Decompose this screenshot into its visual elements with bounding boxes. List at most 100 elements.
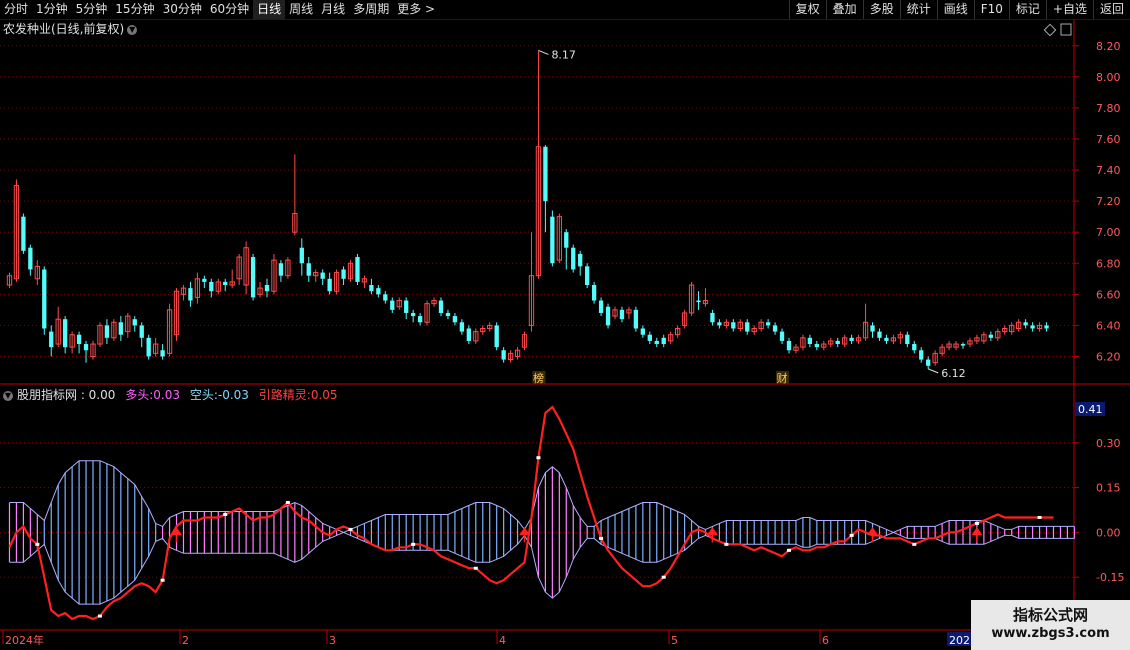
candle-body-down: [341, 269, 346, 279]
candle-body-down: [988, 334, 993, 338]
candle-body-down: [49, 331, 54, 348]
guide-point-marker: [599, 536, 604, 540]
candle-body-down: [591, 285, 597, 301]
candle-body-down: [466, 328, 471, 341]
candle-body-down: [411, 312, 416, 317]
candle-body-down: [550, 216, 555, 264]
candle-body-down: [564, 232, 569, 248]
guide-point-marker: [849, 533, 854, 537]
candle-body-down: [779, 331, 785, 341]
event-marker-1: 财: [777, 371, 788, 385]
high-price-label: 8.17: [551, 48, 576, 61]
candle-body-down: [543, 146, 548, 202]
x-axis-label-0: 2024年: [5, 633, 44, 647]
candle-body-down: [786, 340, 792, 351]
candle-body-down: [139, 325, 144, 338]
candle-body-down: [926, 359, 931, 366]
candle-body-down: [960, 344, 966, 346]
candle-body-down: [306, 263, 311, 276]
candle-body-down: [807, 337, 813, 345]
candle-body-down: [452, 316, 458, 323]
x-axis-label-1: 2: [182, 634, 189, 647]
x-axis-label-4: 5: [671, 634, 678, 647]
candle-body-down: [640, 328, 645, 335]
guide-point-marker: [97, 614, 102, 618]
guide-point-marker: [974, 521, 979, 525]
chevron-down-icon[interactable]: ▼: [127, 24, 138, 35]
candle-body-down: [605, 306, 611, 326]
candle-body-down: [765, 322, 771, 326]
candle-body-down: [202, 278, 207, 282]
candle-body-down: [404, 300, 409, 313]
watermark-title: 指标公式网: [1012, 606, 1088, 624]
candle-body-down: [772, 325, 778, 332]
price-tick-label-10: 6.20: [1096, 350, 1121, 363]
kline-chart[interactable]: 8.20 8.00 7.80 7.60 7.40 7.20 7.00 6.80 6.60 6.40…: [0, 0, 1130, 650]
bear-value: -0.03: [217, 388, 249, 402]
candle-body-down: [877, 331, 882, 338]
indicator-name: 股朋指标网 : 0.00: [17, 388, 116, 402]
guide-point-marker: [160, 578, 165, 582]
guide-point-marker: [411, 542, 416, 546]
candle-body-down: [327, 278, 332, 292]
candle-body-down: [849, 337, 854, 341]
current-date-label: 202: [949, 634, 970, 647]
candle-body-down: [814, 344, 819, 348]
candle-body-down: [835, 340, 840, 345]
x-axis-label-5: 6: [822, 634, 829, 647]
candle-body-down: [63, 319, 68, 348]
candle-body-down: [320, 272, 325, 279]
candle-body-down: [870, 325, 875, 332]
low-pointer: [928, 368, 939, 374]
low-price-label: 6.12: [941, 367, 966, 380]
candle-body-down: [598, 300, 604, 313]
candle-body-down: [28, 247, 33, 270]
candle-body-down: [571, 247, 576, 270]
current-value-badge-text: 0.41: [1078, 403, 1103, 416]
indicator-tick-label-1: 0.15: [1096, 482, 1121, 495]
candle-body-down: [383, 294, 388, 301]
price-tick-label-7: 6.80: [1096, 257, 1121, 270]
candle-body-down: [160, 350, 165, 357]
indicator-tick-label-2: 0.00: [1096, 526, 1121, 539]
candle-body-down: [633, 309, 639, 329]
candle-body-down: [390, 300, 395, 310]
candle-body-down: [578, 253, 583, 267]
candle-body-down: [188, 288, 193, 301]
guide-point-marker: [35, 542, 40, 546]
guide-value: 0.05: [310, 388, 338, 402]
candle-body-down: [264, 285, 270, 292]
candle-body-down: [919, 350, 924, 360]
guide-point-marker: [536, 456, 541, 460]
price-tick-label-2: 7.80: [1096, 102, 1121, 115]
chevron-down-icon[interactable]: ▼: [3, 390, 13, 401]
candle-body-down: [355, 257, 360, 282]
event-marker-0: 榜: [533, 371, 544, 385]
candle-body-down: [21, 216, 26, 251]
candle-body-down: [104, 325, 110, 338]
price-tick-label-3: 7.60: [1096, 133, 1121, 146]
candle-body-down: [884, 337, 889, 341]
guide-line: [8, 405, 1054, 621]
candle-body-down: [1030, 325, 1035, 329]
candle-body-down: [250, 257, 256, 298]
guide-point-marker: [1037, 515, 1042, 519]
bull-value: 0.03: [153, 388, 180, 402]
candle-body-down: [619, 309, 625, 320]
candle-body-down: [83, 344, 89, 351]
price-tick-label-4: 7.40: [1096, 164, 1121, 177]
stock-title: 农发种业(日线,前复权): [3, 22, 125, 36]
candle-body-down: [661, 337, 666, 345]
candle-body-down: [42, 269, 47, 329]
candle-body-down: [417, 316, 423, 323]
high-pointer: [538, 49, 549, 55]
candle-body-down: [118, 322, 123, 335]
guide-point-marker: [285, 501, 290, 505]
candle-body-down: [1044, 325, 1049, 329]
watermark: 指标公式网 www.zbgs3.com: [971, 600, 1130, 650]
candle-body-down: [731, 322, 736, 329]
candle-body-down: [494, 325, 499, 348]
price-tick-label-6: 7.00: [1096, 226, 1121, 239]
candle-body-down: [369, 285, 374, 292]
buy-arrow-icon: [971, 527, 983, 543]
